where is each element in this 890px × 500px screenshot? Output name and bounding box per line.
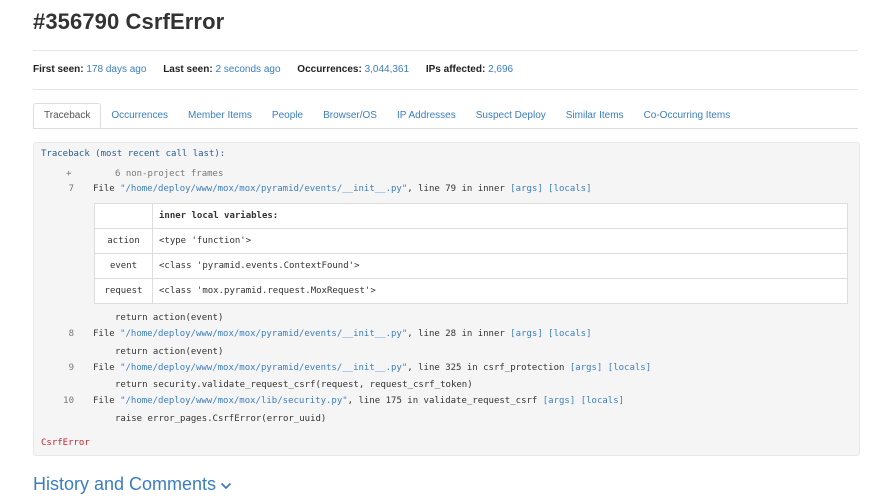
- args-link[interactable]: [args]: [570, 363, 603, 373]
- chevron-down-icon: [220, 478, 232, 493]
- args-link[interactable]: [args]: [543, 396, 576, 406]
- table-row: request <class 'mox.pyramid.request.MoxR…: [94, 278, 848, 304]
- locals-link[interactable]: [locals]: [548, 184, 591, 194]
- frame-number: 10: [63, 396, 74, 406]
- occurrences-label: Occurrences:: [297, 64, 362, 75]
- history-and-comments-toggle[interactable]: History and Comments: [33, 474, 232, 495]
- code-line: return action(event): [115, 313, 224, 323]
- tab-member-items[interactable]: Member Items: [178, 103, 262, 128]
- file-prefix: File: [93, 329, 121, 339]
- page-title: #356790 CsrfError: [33, 9, 225, 34]
- locals-link[interactable]: [locals]: [548, 329, 591, 339]
- non-project-frames[interactable]: 6 non-project frames: [115, 169, 223, 179]
- code-line: return security.validate_request_csrf(re…: [115, 380, 473, 390]
- local-key: action: [94, 228, 153, 254]
- tab-people[interactable]: People: [262, 103, 313, 128]
- ips-affected-label: IPs affected:: [425, 64, 486, 75]
- file-prefix: File: [93, 363, 121, 373]
- file-prefix: File: [93, 184, 121, 194]
- table-row: action <type 'function'>: [94, 228, 848, 254]
- first-seen-value[interactable]: 178 days ago: [86, 64, 146, 75]
- local-value: <class 'pyramid.events.ContextFound'>: [152, 253, 848, 279]
- file-prefix: File: [93, 396, 121, 406]
- args-link[interactable]: [args]: [510, 184, 543, 194]
- expand-frames-toggle[interactable]: +: [66, 169, 71, 179]
- first-seen-label: First seen:: [33, 64, 84, 75]
- file-path: "/home/deploy/www/mox/mox/pyramid/events…: [120, 329, 408, 339]
- frame-number: 7: [68, 184, 74, 194]
- file-path: "/home/deploy/www/mox/mox/lib/security.p…: [120, 396, 348, 406]
- local-value: <type 'function'>: [152, 228, 848, 254]
- traceback-header: Traceback (most recent call last):: [41, 149, 226, 159]
- frame-number: 8: [68, 329, 74, 339]
- frame-line: File "/home/deploy/www/mox/mox/lib/secur…: [93, 396, 624, 406]
- ips-affected: IPs affected: 2,696: [426, 64, 513, 75]
- frame-info: , line 28 in inner: [407, 329, 511, 339]
- locals-table-title: inner local variables:: [152, 203, 848, 229]
- meta-divider: [33, 89, 858, 90]
- tab-bar: Traceback Occurrences Member Items Peopl…: [33, 103, 858, 129]
- frame-line: File "/home/deploy/www/mox/mox/pyramid/e…: [93, 184, 592, 194]
- last-seen-value[interactable]: 2 seconds ago: [215, 64, 280, 75]
- locals-link[interactable]: [locals]: [608, 363, 651, 373]
- code-line: raise error_pages.CsrfError(error_uuid): [115, 414, 327, 424]
- locals-link[interactable]: [locals]: [581, 396, 624, 406]
- tab-occurrences[interactable]: Occurrences: [101, 103, 178, 128]
- title-divider: [33, 50, 858, 51]
- tab-ip-addresses[interactable]: IP Addresses: [387, 103, 466, 128]
- locals-table-header: inner local variables:: [94, 203, 848, 229]
- occurrences-count: Occurrences: 3,044,361: [297, 64, 409, 75]
- history-label: History and Comments: [33, 474, 217, 494]
- tab-browser-os[interactable]: Browser/OS: [313, 103, 387, 128]
- error-class-name: CsrfError: [41, 438, 90, 448]
- occurrences-value[interactable]: 3,044,361: [365, 64, 410, 75]
- frame-info: , line 325 in csrf_protection: [407, 363, 570, 373]
- file-path: "/home/deploy/www/mox/mox/pyramid/events…: [120, 184, 408, 194]
- ips-affected-value[interactable]: 2,696: [488, 64, 513, 75]
- tab-co-occurring-items[interactable]: Co-Occurring Items: [634, 103, 741, 128]
- local-key: request: [94, 278, 153, 304]
- last-seen-label: Last seen:: [163, 64, 213, 75]
- args-link[interactable]: [args]: [510, 329, 543, 339]
- tab-similar-items[interactable]: Similar Items: [556, 103, 634, 128]
- locals-table: inner local variables: action <type 'fun…: [94, 203, 848, 304]
- tab-suspect-deploy[interactable]: Suspect Deploy: [466, 103, 556, 128]
- frame-line: File "/home/deploy/www/mox/mox/pyramid/e…: [93, 363, 651, 373]
- tab-traceback[interactable]: Traceback: [33, 103, 102, 128]
- item-meta: First seen: 178 days ago Last seen: 2 se…: [33, 64, 527, 75]
- frame-line: File "/home/deploy/www/mox/mox/pyramid/e…: [93, 329, 592, 339]
- frame-info: , line 79 in inner: [407, 184, 511, 194]
- first-seen: First seen: 178 days ago: [33, 64, 146, 75]
- table-row: event <class 'pyramid.events.ContextFoun…: [94, 253, 848, 279]
- file-path: "/home/deploy/www/mox/mox/pyramid/events…: [120, 363, 408, 373]
- local-key: event: [94, 253, 153, 279]
- traceback-panel: Traceback (most recent call last): + 6 n…: [33, 142, 860, 456]
- frame-number: 9: [68, 363, 74, 373]
- frame-info: , line 175 in validate_request_csrf: [347, 396, 543, 406]
- local-value: <class 'mox.pyramid.request.MoxRequest'>: [152, 278, 848, 304]
- last-seen: Last seen: 2 seconds ago: [163, 64, 280, 75]
- code-line: return action(event): [115, 347, 224, 357]
